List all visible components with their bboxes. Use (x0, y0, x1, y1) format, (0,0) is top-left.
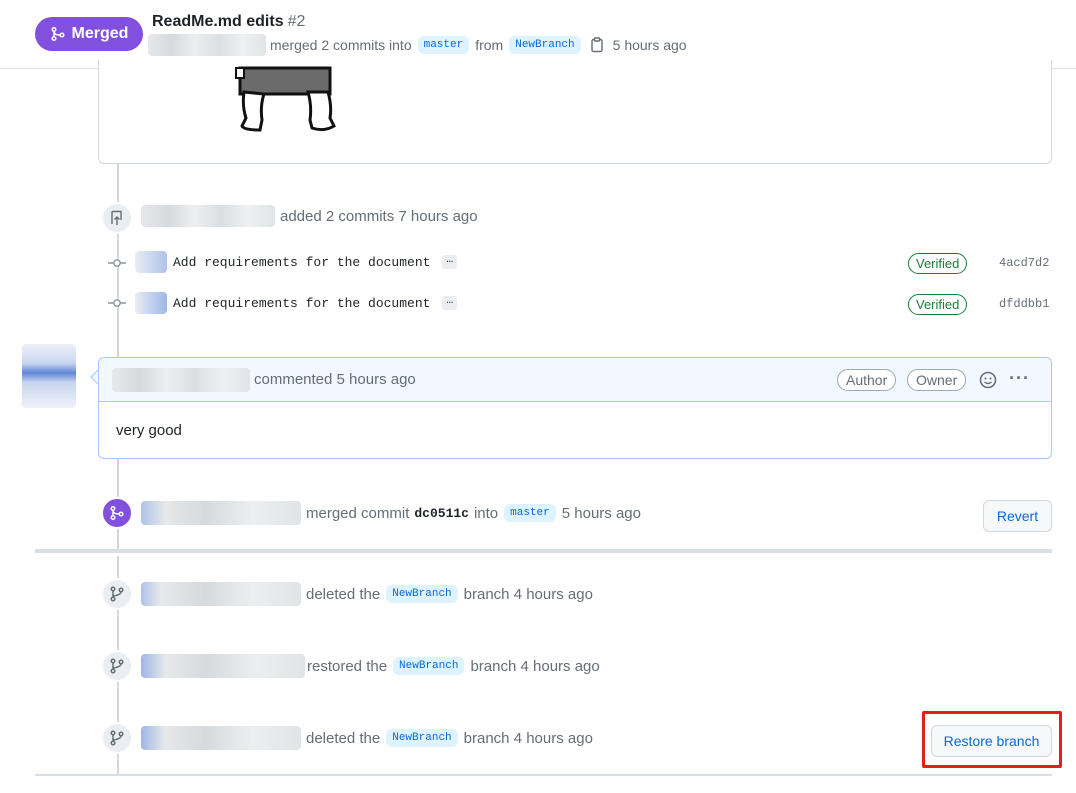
commit-event-badge (101, 202, 133, 234)
merge-target-branch-link[interactable]: master (504, 504, 556, 522)
base-branch-link[interactable]: master (417, 36, 470, 54)
commit-row: Add requirements for the document … (135, 251, 458, 273)
branch-event-action: deleted the (306, 729, 381, 747)
commit-message-link[interactable]: Add requirements for the document (173, 296, 430, 311)
commit-expand-button[interactable]: … (442, 255, 458, 269)
git-branch-icon (110, 658, 124, 674)
branch-event-action: restored the (307, 657, 388, 675)
head-branch-link[interactable]: NewBranch (509, 36, 581, 54)
pr-title: ReadMe.md edits #2 (152, 13, 305, 31)
commit-sha-link[interactable]: 4acd7d2 (999, 256, 1049, 270)
commits-added-event: added 2 commits 7 hours ago (141, 205, 478, 227)
git-merge-icon (110, 505, 124, 521)
author-avatar-redacted (148, 34, 266, 56)
timeline-bottom-divider (35, 774, 1052, 776)
pr-title-text: ReadMe.md edits (152, 13, 284, 30)
commit-node-icon (108, 299, 126, 307)
pr-meta: merged 2 commits into master from NewBra… (148, 34, 687, 56)
commits-added-text: added 2 commits 7 hours ago (280, 207, 478, 225)
author-badge: Author (837, 369, 897, 391)
branch-event-suffix: branch 4 hours ago (463, 585, 593, 603)
commenter-avatar-redacted[interactable] (22, 344, 76, 408)
merged-status-badge: Merged (35, 17, 143, 51)
merge-commit-sha-link[interactable]: dc0511c (414, 506, 469, 521)
merge-event-badge (101, 497, 133, 529)
merged-status-label: Merged (71, 25, 129, 42)
verified-badge[interactable]: Verified (908, 294, 968, 315)
user-name-redacted (141, 582, 301, 606)
comment-body: very good (116, 422, 182, 439)
commit-sha-link[interactable]: dfddbb1 (999, 297, 1049, 311)
highlight-box (922, 711, 1062, 768)
merger-name-redacted (141, 501, 301, 525)
owner-badge: Owner (907, 369, 967, 391)
user-name-redacted (141, 654, 305, 678)
pr-meta-from-text: from (475, 37, 504, 53)
deleted-branch-name: NewBranch (386, 729, 458, 747)
merge-into-text: into (473, 504, 499, 522)
comment-action-text: commented 5 hours ago (254, 371, 416, 388)
branch-deleted-event: deleted the NewBranch branch 4 hours ago (141, 582, 593, 606)
user-name-redacted (141, 205, 275, 227)
branch-restored-event: restored the NewBranch branch 4 hours ag… (141, 654, 600, 678)
cartoon-image (235, 66, 336, 132)
merge-time: 5 hours ago (561, 504, 641, 522)
merge-event-text: merged commit (306, 504, 410, 522)
revert-button[interactable]: Revert (983, 500, 1052, 532)
branch-event-suffix: branch 4 hours ago (470, 657, 600, 675)
pr-time: 5 hours ago (612, 37, 687, 53)
pr-meta-merged-text: merged 2 commits into (270, 37, 412, 53)
commit-avatar-redacted (135, 292, 167, 314)
smiley-reaction-icon[interactable] (979, 371, 997, 389)
branch-event-badge (101, 722, 133, 754)
pr-header: Merged ReadMe.md edits #2 merged 2 commit… (0, 0, 1076, 69)
repo-push-icon (111, 210, 122, 225)
branch-deleted-event: deleted the NewBranch branch 4 hours ago (141, 726, 593, 750)
comment-more-options-button[interactable]: ··· (1009, 368, 1030, 389)
verified-badge[interactable]: Verified (908, 253, 968, 274)
pr-number: #2 (287, 13, 306, 30)
commit-expand-button[interactable]: … (442, 296, 458, 310)
commit-row: Add requirements for the document … (135, 292, 458, 314)
restored-branch-link[interactable]: NewBranch (393, 657, 465, 675)
comment-box: commented 5 hours ago Author Owner ··· v… (98, 357, 1052, 459)
git-branch-icon (110, 730, 124, 746)
commit-node-icon (108, 259, 126, 267)
commit-message-link[interactable]: Add requirements for the document (173, 255, 430, 270)
commit-avatar-redacted (135, 251, 167, 273)
comment-header: commented 5 hours ago Author Owner ··· (99, 358, 1051, 402)
user-name-redacted (141, 726, 301, 750)
timeline-divider (35, 549, 1052, 553)
copy-icon[interactable] (589, 37, 605, 53)
branch-event-badge (101, 578, 133, 610)
deleted-branch-name: NewBranch (386, 585, 458, 603)
merge-event: merged commit dc0511c into master 5 hour… (141, 501, 641, 525)
branch-event-badge (101, 650, 133, 682)
branch-event-action: deleted the (306, 585, 381, 603)
commenter-name-redacted[interactable] (112, 368, 250, 392)
git-branch-icon (110, 586, 124, 602)
branch-event-suffix: branch 4 hours ago (463, 729, 593, 747)
git-merge-icon (50, 26, 65, 42)
